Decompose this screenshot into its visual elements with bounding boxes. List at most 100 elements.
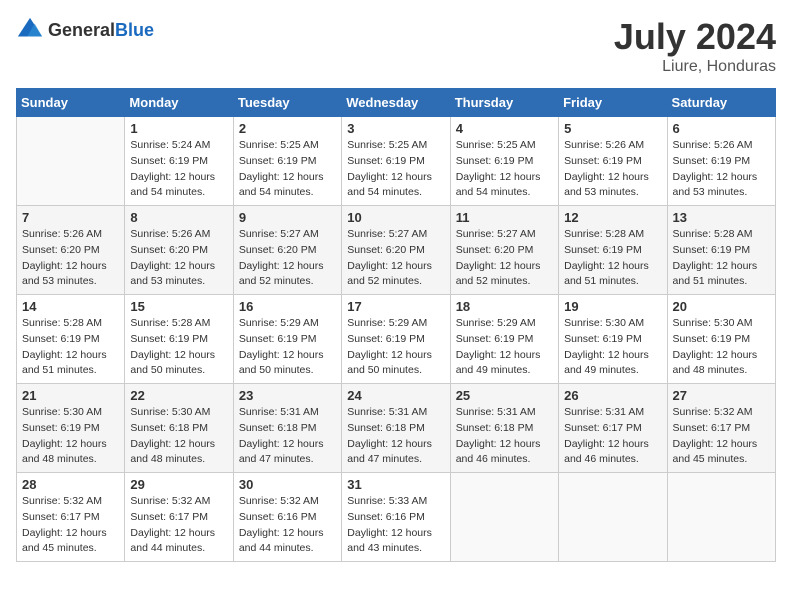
day-info: Sunrise: 5:26 AM Sunset: 6:19 PM Dayligh…: [564, 138, 661, 201]
day-info: Sunrise: 5:25 AM Sunset: 6:19 PM Dayligh…: [456, 138, 553, 201]
calendar-cell: [667, 473, 775, 562]
day-number: 12: [564, 210, 661, 225]
header-thursday: Thursday: [450, 89, 558, 117]
calendar-cell: 7Sunrise: 5:26 AM Sunset: 6:20 PM Daylig…: [17, 206, 125, 295]
day-number: 9: [239, 210, 336, 225]
day-number: 15: [130, 299, 227, 314]
day-info: Sunrise: 5:30 AM Sunset: 6:18 PM Dayligh…: [130, 405, 227, 468]
day-number: 21: [22, 388, 119, 403]
calendar-cell: 3 Sunrise: 5:25 AM Sunset: 6:19 PM Daylig…: [342, 117, 450, 206]
day-info: Sunrise: 5:31 AM Sunset: 6:18 PM Dayligh…: [456, 405, 553, 468]
day-info: Sunrise: 5:29 AM Sunset: 6:19 PM Dayligh…: [456, 316, 553, 379]
day-number: 2: [239, 121, 336, 136]
calendar-table: SundayMondayTuesdayWednesdayThursdayFrid…: [16, 88, 776, 562]
day-info: Sunrise: 5:32 AM Sunset: 6:17 PM Dayligh…: [130, 494, 227, 557]
calendar-cell: 19 Sunrise: 5:30 AM Sunset: 6:19 PM Dayli…: [559, 295, 667, 384]
location-title: Liure, Honduras: [614, 58, 776, 76]
calendar-cell: [17, 117, 125, 206]
calendar-cell: 30 Sunrise: 5:32 AM Sunset: 6:16 PM Dayli…: [233, 473, 341, 562]
calendar-cell: 11 Sunrise: 5:27 AM Sunset: 6:20 PM Dayli…: [450, 206, 558, 295]
day-number: 17: [347, 299, 444, 314]
header-monday: Monday: [125, 89, 233, 117]
header-sunday: Sunday: [17, 89, 125, 117]
day-info: Sunrise: 5:30 AM Sunset: 6:19 PM Dayligh…: [564, 316, 661, 379]
day-number: 10: [347, 210, 444, 225]
calendar-cell: 9 Sunrise: 5:27 AM Sunset: 6:20 PM Daylig…: [233, 206, 341, 295]
day-info: Sunrise: 5:31 AM Sunset: 6:18 PM Dayligh…: [347, 405, 444, 468]
calendar-cell: 22Sunrise: 5:30 AM Sunset: 6:18 PM Dayli…: [125, 384, 233, 473]
calendar-cell: 25 Sunrise: 5:31 AM Sunset: 6:18 PM Dayli…: [450, 384, 558, 473]
calendar-week-1: 1 Sunrise: 5:24 AM Sunset: 6:19 PM Daylig…: [17, 117, 776, 206]
day-number: 1: [130, 121, 227, 136]
calendar-cell: 5 Sunrise: 5:26 AM Sunset: 6:19 PM Daylig…: [559, 117, 667, 206]
calendar-cell: 18Sunrise: 5:29 AM Sunset: 6:19 PM Dayli…: [450, 295, 558, 384]
day-info: Sunrise: 5:29 AM Sunset: 6:19 PM Dayligh…: [239, 316, 336, 379]
day-info: Sunrise: 5:30 AM Sunset: 6:19 PM Dayligh…: [22, 405, 119, 468]
calendar-cell: 1 Sunrise: 5:24 AM Sunset: 6:19 PM Daylig…: [125, 117, 233, 206]
day-info: Sunrise: 5:33 AM Sunset: 6:16 PM Dayligh…: [347, 494, 444, 557]
calendar-cell: 27Sunrise: 5:32 AM Sunset: 6:17 PM Dayli…: [667, 384, 775, 473]
day-number: 20: [673, 299, 770, 314]
calendar-cell: 4 Sunrise: 5:25 AM Sunset: 6:19 PM Daylig…: [450, 117, 558, 206]
day-info: Sunrise: 5:26 AM Sunset: 6:19 PM Dayligh…: [673, 138, 770, 201]
day-info: Sunrise: 5:26 AM Sunset: 6:20 PM Dayligh…: [22, 227, 119, 290]
calendar-cell: 24 Sunrise: 5:31 AM Sunset: 6:18 PM Dayli…: [342, 384, 450, 473]
day-info: Sunrise: 5:25 AM Sunset: 6:19 PM Dayligh…: [239, 138, 336, 201]
calendar-week-5: 28 Sunrise: 5:32 AM Sunset: 6:17 PM Dayli…: [17, 473, 776, 562]
day-info: Sunrise: 5:28 AM Sunset: 6:19 PM Dayligh…: [130, 316, 227, 379]
calendar-week-4: 21 Sunrise: 5:30 AM Sunset: 6:19 PM Dayli…: [17, 384, 776, 473]
day-number: 19: [564, 299, 661, 314]
logo-icon: [16, 16, 44, 44]
day-number: 3: [347, 121, 444, 136]
calendar-cell: [559, 473, 667, 562]
day-number: 30: [239, 477, 336, 492]
day-info: Sunrise: 5:30 AM Sunset: 6:19 PM Dayligh…: [673, 316, 770, 379]
day-number: 14: [22, 299, 119, 314]
calendar-cell: 15 Sunrise: 5:28 AM Sunset: 6:19 PM Dayli…: [125, 295, 233, 384]
day-number: 16: [239, 299, 336, 314]
day-info: Sunrise: 5:27 AM Sunset: 6:20 PM Dayligh…: [456, 227, 553, 290]
calendar-week-2: 7Sunrise: 5:26 AM Sunset: 6:20 PM Daylig…: [17, 206, 776, 295]
day-number: 24: [347, 388, 444, 403]
day-info: Sunrise: 5:27 AM Sunset: 6:20 PM Dayligh…: [239, 227, 336, 290]
title-block: July 2024 Liure, Honduras: [614, 16, 776, 76]
day-number: 26: [564, 388, 661, 403]
calendar-cell: 2 Sunrise: 5:25 AM Sunset: 6:19 PM Daylig…: [233, 117, 341, 206]
calendar-cell: 16 Sunrise: 5:29 AM Sunset: 6:19 PM Dayli…: [233, 295, 341, 384]
calendar-cell: 8 Sunrise: 5:26 AM Sunset: 6:20 PM Daylig…: [125, 206, 233, 295]
day-info: Sunrise: 5:28 AM Sunset: 6:19 PM Dayligh…: [673, 227, 770, 290]
day-number: 11: [456, 210, 553, 225]
day-number: 31: [347, 477, 444, 492]
day-number: 13: [673, 210, 770, 225]
calendar-cell: [450, 473, 558, 562]
calendar-cell: 13 Sunrise: 5:28 AM Sunset: 6:19 PM Dayli…: [667, 206, 775, 295]
calendar-week-3: 14 Sunrise: 5:28 AM Sunset: 6:19 PM Dayli…: [17, 295, 776, 384]
day-info: Sunrise: 5:26 AM Sunset: 6:20 PM Dayligh…: [130, 227, 227, 290]
day-info: Sunrise: 5:31 AM Sunset: 6:18 PM Dayligh…: [239, 405, 336, 468]
header-wednesday: Wednesday: [342, 89, 450, 117]
calendar-cell: 17Sunrise: 5:29 AM Sunset: 6:19 PM Dayli…: [342, 295, 450, 384]
page-header: GeneralBlue July 2024 Liure, Honduras: [16, 16, 776, 76]
day-info: Sunrise: 5:31 AM Sunset: 6:17 PM Dayligh…: [564, 405, 661, 468]
day-info: Sunrise: 5:32 AM Sunset: 6:17 PM Dayligh…: [22, 494, 119, 557]
calendar-cell: 12Sunrise: 5:28 AM Sunset: 6:19 PM Dayli…: [559, 206, 667, 295]
calendar-header-row: SundayMondayTuesdayWednesdayThursdayFrid…: [17, 89, 776, 117]
day-info: Sunrise: 5:27 AM Sunset: 6:20 PM Dayligh…: [347, 227, 444, 290]
day-number: 28: [22, 477, 119, 492]
day-info: Sunrise: 5:25 AM Sunset: 6:19 PM Dayligh…: [347, 138, 444, 201]
day-info: Sunrise: 5:28 AM Sunset: 6:19 PM Dayligh…: [22, 316, 119, 379]
calendar-cell: 10 Sunrise: 5:27 AM Sunset: 6:20 PM Dayli…: [342, 206, 450, 295]
day-info: Sunrise: 5:32 AM Sunset: 6:17 PM Dayligh…: [673, 405, 770, 468]
day-number: 25: [456, 388, 553, 403]
day-number: 4: [456, 121, 553, 136]
logo-blue: Blue: [115, 20, 154, 40]
calendar-cell: 21 Sunrise: 5:30 AM Sunset: 6:19 PM Dayli…: [17, 384, 125, 473]
day-number: 8: [130, 210, 227, 225]
day-info: Sunrise: 5:24 AM Sunset: 6:19 PM Dayligh…: [130, 138, 227, 201]
day-number: 5: [564, 121, 661, 136]
day-info: Sunrise: 5:32 AM Sunset: 6:16 PM Dayligh…: [239, 494, 336, 557]
day-number: 23: [239, 388, 336, 403]
day-number: 6: [673, 121, 770, 136]
calendar-cell: 20 Sunrise: 5:30 AM Sunset: 6:19 PM Dayli…: [667, 295, 775, 384]
logo-text: GeneralBlue: [48, 20, 154, 41]
